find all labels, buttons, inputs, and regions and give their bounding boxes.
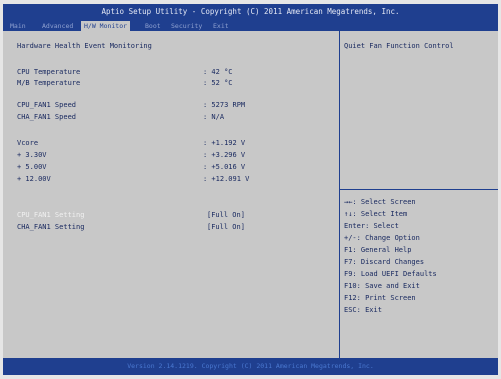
- cpu-temp-value: : 42 °C: [203, 68, 233, 76]
- key-hint: F1: General Help: [344, 246, 412, 254]
- key-hint: ↑↓: Select Item: [344, 210, 408, 218]
- footer-bar: Version 2.14.1219. Copyright (C) 2011 Am…: [3, 358, 498, 375]
- key-hint: →←: Select Screen: [344, 198, 416, 206]
- section-title: Hardware Health Event Monitoring: [17, 42, 152, 50]
- tab-hw-monitor[interactable]: H/W Monitor: [81, 21, 131, 31]
- vcore-value: : +1.192 V: [203, 139, 246, 147]
- help-divider: [340, 189, 498, 190]
- v5-value: : +5.016 V: [203, 163, 246, 171]
- cpu-fan-speed-value: : 5273 RPM: [203, 101, 246, 109]
- tab-exit[interactable]: Exit: [210, 21, 232, 31]
- v5-label: + 5.00V: [17, 163, 47, 171]
- v33-value: : +3.296 V: [203, 151, 246, 159]
- key-hint: F12: Print Screen: [344, 294, 416, 302]
- mb-temp-label: M/B Temperature: [17, 79, 81, 87]
- cpu-fan-setting-label[interactable]: CPU_FAN1 Setting: [17, 211, 84, 219]
- cha-fan-setting-label[interactable]: CHA_FAN1 Setting: [17, 223, 84, 231]
- tab-bar: Main Advanced H/W Monitor Boot Security …: [3, 20, 498, 31]
- v33-label: + 3.30V: [17, 151, 47, 159]
- tab-security[interactable]: Security: [168, 21, 205, 31]
- tab-boot[interactable]: Boot: [142, 21, 164, 31]
- cpu-fan-setting-value[interactable]: [Full On]: [207, 211, 245, 219]
- main-panel: Hardware Health Event Monitoring CPU Tem…: [3, 31, 498, 358]
- v12-value: : +12.091 V: [203, 175, 250, 183]
- tab-main[interactable]: Main: [7, 21, 29, 31]
- key-hint: F10: Save and Exit: [344, 282, 420, 290]
- v12-label: + 12.00V: [17, 175, 51, 183]
- panel-divider: [339, 31, 340, 358]
- key-hint: +/-: Change Option: [344, 234, 420, 242]
- cha-fan-setting-value[interactable]: [Full On]: [207, 223, 245, 231]
- tab-advanced[interactable]: Advanced: [39, 21, 76, 31]
- cha-fan-speed-value: : N/A: [203, 113, 225, 121]
- cha-fan-speed-label: CHA_FAN1 Speed: [17, 113, 77, 121]
- key-hint: Enter: Select: [344, 222, 399, 230]
- mb-temp-value: : 52 °C: [203, 79, 233, 87]
- help-title: Quiet Fan Function Control: [344, 42, 454, 50]
- vcore-label: Vcore: [17, 139, 39, 147]
- cpu-fan-speed-label: CPU_FAN1 Speed: [17, 101, 77, 109]
- key-hint: F7: Discard Changes: [344, 258, 425, 266]
- cpu-temp-label: CPU Temperature: [17, 68, 81, 76]
- key-hint: ESC: Exit: [344, 306, 382, 314]
- key-hint: F9: Load UEFI Defaults: [344, 270, 437, 278]
- title-bar: Aptio Setup Utility - Copyright (C) 2011…: [3, 4, 498, 20]
